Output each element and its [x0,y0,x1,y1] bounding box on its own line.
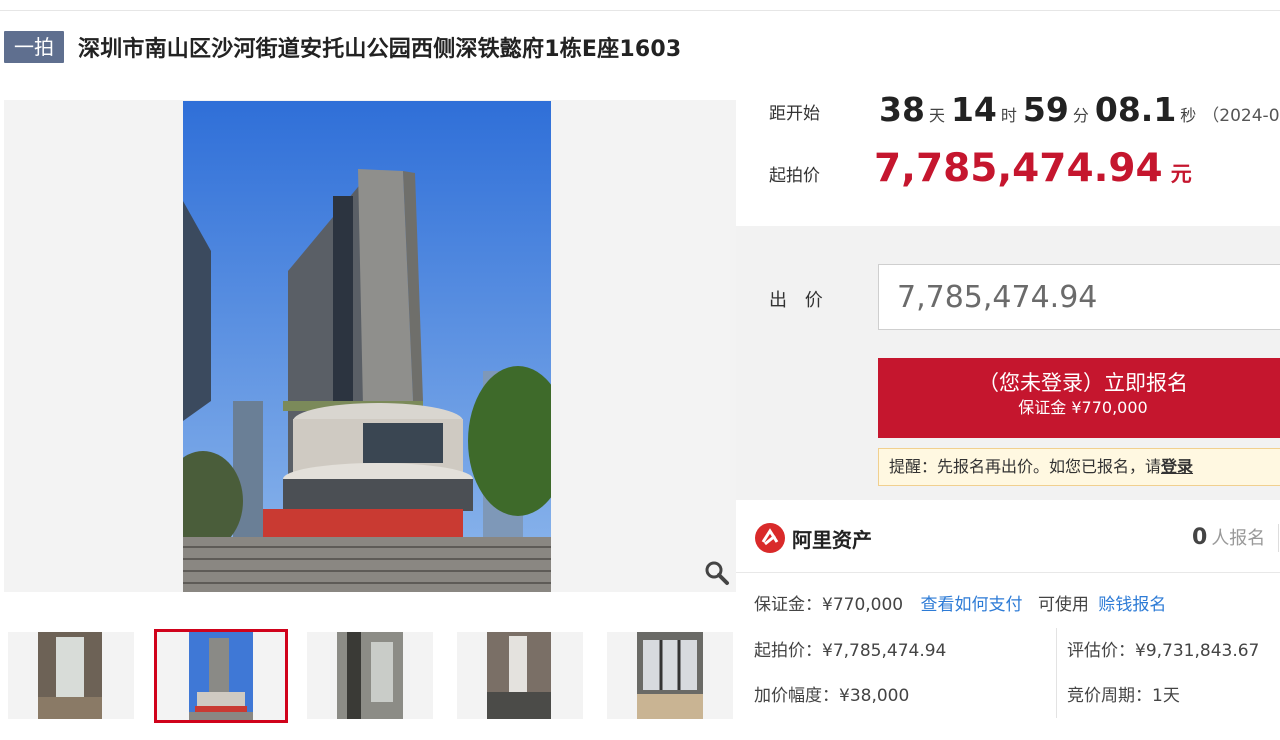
start-date: （2024-0 [1202,106,1280,126]
start-price-row: 起拍价 7,785,474.94 元 [769,146,1192,191]
countdown-minutes-unit: 分 [1072,106,1089,125]
signup-button-deposit: 保证金 ¥770,000 [1018,398,1148,417]
signup-button-label: （您未登录）立即报名 [978,371,1188,395]
building-photo-illustration [183,101,551,592]
countdown-days: 38 [879,90,925,129]
start-price-label: 起拍价 [769,166,820,186]
auction-round-badge: 一拍 [4,31,64,63]
login-reminder: 提醒：先报名再出价。如您已报名，请登录 [878,448,1280,486]
main-property-photo[interactable] [183,101,551,592]
start-price-unit: 元 [1170,162,1192,186]
countdown-seconds-unit: 秒 [1180,106,1197,125]
credit-signup-link[interactable]: 赊钱报名 [1098,595,1166,615]
countdown-hours: 14 [950,90,997,129]
signup-now-button[interactable]: （您未登录）立即报名 保证金 ¥770,000 [878,358,1280,438]
countdown-seconds: 08.1 [1094,90,1177,129]
countdown-row: 距开始 38 天 14 时 59 分 08.1 秒 （2024-0 [769,90,1280,140]
platform-row: 阿里资产 0 人报名 [736,504,1280,573]
login-link[interactable]: 登录 [1161,457,1193,476]
countdown-label: 距开始 [769,104,820,124]
divider [1278,524,1279,552]
ali-assets-logo[interactable]: 阿里资产 [754,522,872,554]
listing-header: 一拍 深圳市南山区沙河街道安托山公园西侧深铁懿府1栋E座1603 [4,30,681,64]
thumbnail-3[interactable] [307,632,433,719]
thumbnail-4[interactable] [457,632,583,719]
ali-assets-logo-icon [755,523,785,553]
bid-amount-input[interactable] [878,264,1280,330]
countdown-hours-unit: 时 [1000,106,1017,125]
zoom-button[interactable] [700,556,734,590]
deposit-text: 保证金：¥770,000 [754,595,904,615]
deposit-info: 保证金：¥770,000 查看如何支付 可使用 赊钱报名 [754,590,1166,615]
reminder-text: 提醒：先报名再出价。如您已报名，请 [889,457,1162,476]
info-divider [1056,628,1057,718]
top-divider [0,10,1280,11]
thumbnail-1[interactable] [8,632,134,719]
period-info: 竞价周期：1天 [1067,686,1180,706]
countdown-days-unit: 天 [928,106,945,125]
thumbnail-5[interactable] [607,632,733,719]
magnifier-icon [705,561,729,585]
thumbnail-2-active[interactable] [154,629,288,723]
main-image-viewer [4,100,736,592]
how-to-pay-link[interactable]: 查看如何支付 [921,595,1023,615]
bid-label: 出 价 [769,290,829,311]
bid-section: 出 价 （您未登录）立即报名 保证金 ¥770,000 提醒：先报名再出价。如您… [736,226,1280,500]
registration-text: 人报名 [1211,528,1266,549]
start-price-info: 起拍价：¥7,785,474.94 [754,641,947,661]
increment-info: 加价幅度：¥38,000 [754,686,910,706]
countdown-minutes: 59 [1022,90,1069,129]
listing-title: 深圳市南山区沙河街道安托山公园西侧深铁懿府1栋E座1603 [78,37,682,62]
usable-text: 可使用 [1037,595,1089,615]
start-price-value: 7,785,474.94 [874,146,1163,191]
thumbnail-strip [8,629,734,723]
registration-count: 0 人报名 [1192,524,1265,550]
platform-name: 阿里资产 [792,527,872,552]
registration-number: 0 [1192,525,1208,550]
appraisal-info: 评估价：¥9,731,843.67 [1067,641,1260,661]
auction-panel: 距开始 38 天 14 时 59 分 08.1 秒 （2024-0 起拍价 7,… [736,90,1280,740]
